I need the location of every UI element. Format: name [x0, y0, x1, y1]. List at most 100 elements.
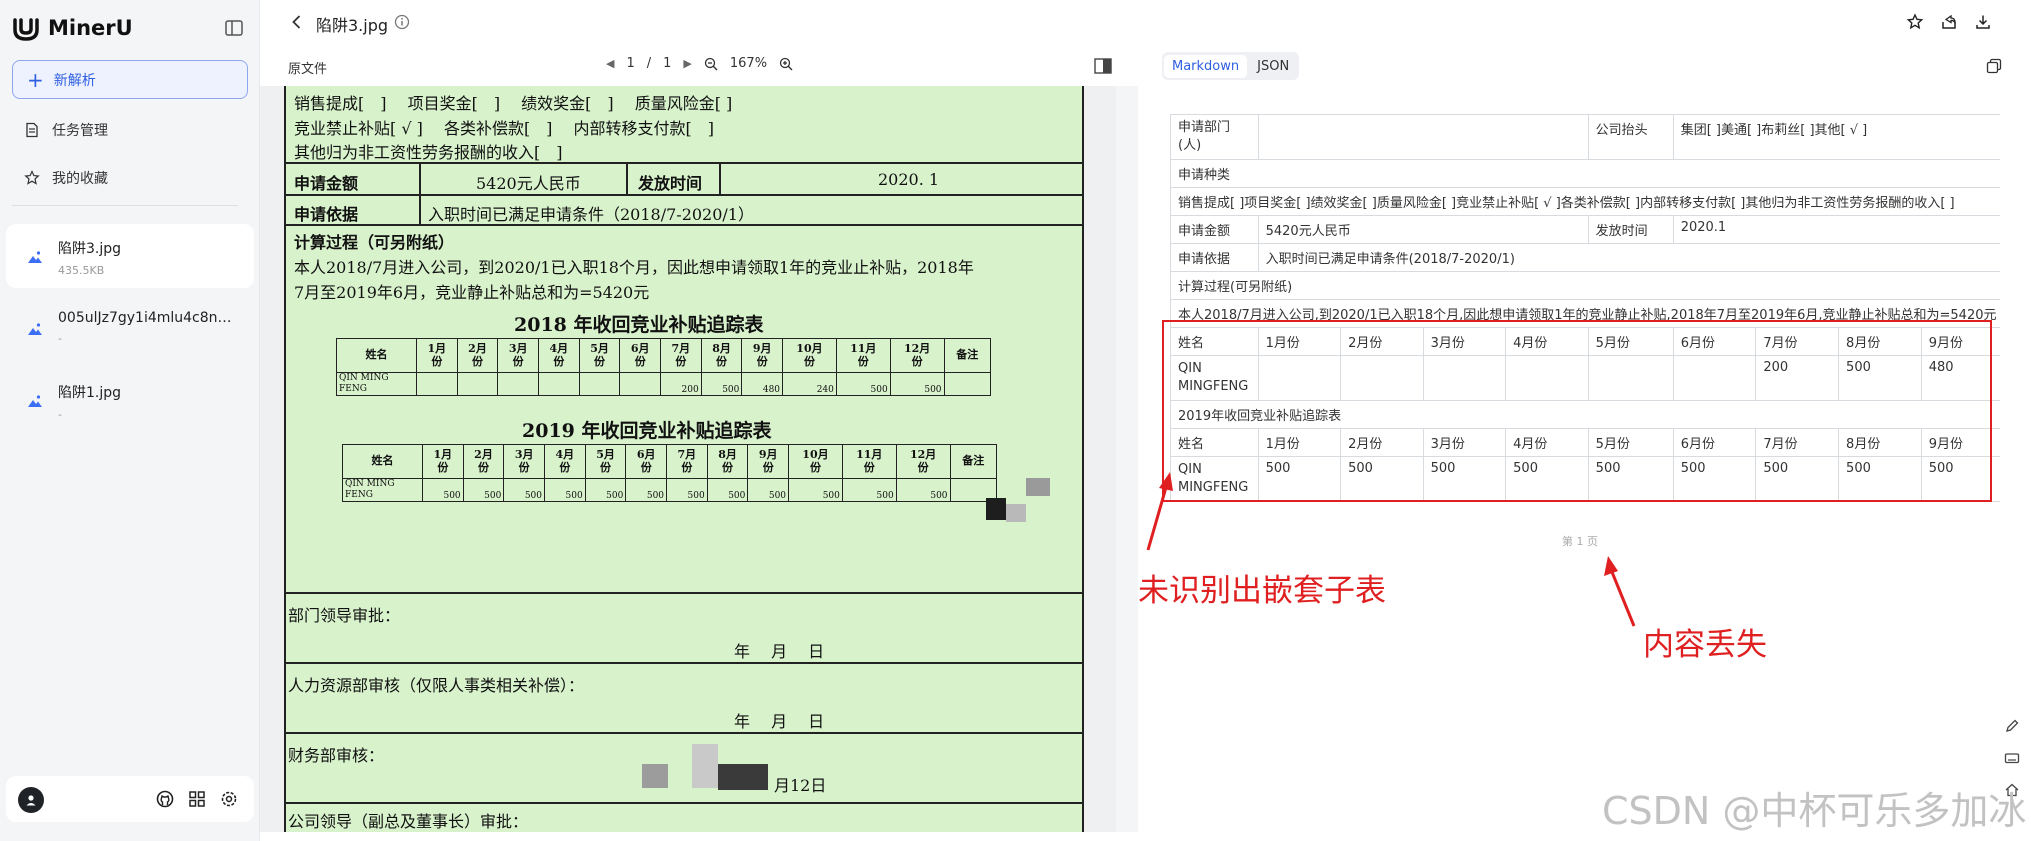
scan-type-line: 竞业禁止补贴[ √ ] 各类补偿款[ ] 内部转移支付款[ ]	[294, 119, 714, 138]
column-header-line: 份	[681, 460, 693, 474]
next-page-icon[interactable]: ▶	[683, 57, 691, 70]
scan-calc-label: 计算过程（可另附纸）	[294, 233, 455, 252]
original-file-viewer[interactable]: 销售提成[ ] 项目奖金[ ] 绩效奖金[ ] 质量风险金[ ] 竞业禁止补贴[…	[260, 86, 1116, 832]
table-cell: 500	[422, 478, 464, 502]
scan-table-2018-title: 2018 年收回竞业补贴追踪表	[514, 314, 764, 336]
column-header: 备注	[949, 444, 998, 479]
scan-basis-label: 申请依据	[294, 205, 359, 224]
pen-icon[interactable]	[2004, 718, 2020, 734]
table-cell: 500	[895, 478, 951, 502]
github-icon[interactable]	[156, 790, 174, 808]
scan-date-line: 年 月 日	[734, 712, 825, 731]
redacted-signature	[1006, 504, 1026, 522]
table-row: 销售提成[ ]项目奖金[ ]绩效奖金[ ]质量风险金[ ]竞业禁止补贴[ √ ]…	[1170, 187, 2000, 216]
table-row: 申请依据 入职时间已满足申请条件(2018/7-2020/1)	[1170, 243, 2000, 272]
redacted-signature	[986, 498, 1006, 520]
column-header: 3月份	[503, 444, 546, 479]
redacted-signature	[642, 764, 668, 788]
column-header-line: 6月	[636, 447, 656, 461]
column-header-line: 1月	[427, 341, 447, 355]
column-header-line: 11月	[850, 341, 877, 355]
scan-amount-value: 5420元人民币	[476, 174, 581, 193]
split-view-icon[interactable]	[1094, 58, 1112, 74]
table-cell: 240	[782, 372, 837, 396]
table-cell: QIN MING FENG	[336, 372, 417, 396]
redacted-signature	[1026, 478, 1050, 496]
file-item[interactable]: 陷阱1.jpg -	[6, 368, 254, 432]
mineru-logo-icon	[13, 18, 39, 41]
column-header: 5月份	[578, 338, 621, 373]
scan-table-2019: 姓名 1月份 2月份 3月份 4月份 5月份 6月份 7月份 8月份 9月份 10月份 11月份 12月…	[342, 444, 998, 502]
column-header: 2月份	[462, 444, 505, 479]
tab-json[interactable]: JSON	[1249, 55, 1297, 78]
nav-task-management[interactable]: 任务管理	[24, 120, 108, 140]
column-header-line: 份	[512, 354, 524, 368]
apps-grid-icon[interactable]	[188, 790, 206, 808]
column-header-line: 份	[756, 354, 768, 368]
app-name: MinerU	[48, 16, 133, 40]
info-icon[interactable]	[394, 14, 410, 30]
table-cell: 500	[625, 478, 668, 502]
nav-label: 任务管理	[52, 123, 108, 139]
form-calc-row: 计算过程（可另附纸） 本人2018/7月进入公司，到2020/1已入职18个月，…	[286, 226, 1082, 594]
user-icon	[26, 795, 36, 806]
keyboard-icon[interactable]	[2004, 750, 2020, 766]
column-header: 9月份	[741, 338, 784, 373]
table-cell: 500	[666, 478, 708, 502]
table-cell: 500	[700, 372, 743, 396]
table-cell: 500	[503, 478, 546, 502]
column-header-line: 2月	[468, 341, 487, 355]
column-header-line: 11月	[856, 447, 883, 461]
table-cell: 500	[584, 478, 627, 502]
table-cell: 发放时间	[1587, 215, 1674, 244]
share-icon[interactable]	[1940, 13, 1958, 31]
scan-basis-value: 入职时间已满足申请条件（2018/7-2020/1）	[428, 205, 754, 224]
scanned-form-image: 销售提成[ ] 项目奖金[ ] 绩效奖金[ ] 质量风险金[ ] 竞业禁止补贴[…	[284, 86, 1084, 832]
zoom-out-icon[interactable]	[704, 57, 718, 71]
table-cell: 公司抬头	[1587, 114, 1674, 160]
form-amount-row: 申请金额 5420元人民币 发放时间 2020. 1	[286, 164, 1082, 196]
copy-icon[interactable]	[1986, 58, 2002, 74]
new-parse-button[interactable]: + 新解析	[12, 60, 248, 99]
table-cell: 集团[ ]美通[ ]布莉丝[ ]其他[ √ ]	[1672, 114, 2000, 160]
scan-calc-text: 7月至2019年6月，竞业静止补贴总和为=5420元	[294, 283, 650, 302]
app-logo[interactable]: MinerU	[12, 14, 133, 42]
column-header-line: 份	[559, 460, 571, 474]
table-cell: 计算过程(可另附纸)	[1170, 271, 2000, 300]
column-header-line: 份	[518, 460, 530, 474]
favorite-star-icon[interactable]	[1906, 13, 1924, 31]
table-row: 申请部门(人) 公司抬头 集团[ ]美通[ ]布莉丝[ ]其他[ √ ]	[1170, 114, 2000, 160]
column-header-line: 1月	[433, 447, 453, 461]
table-cell: 200	[660, 372, 702, 396]
avatar[interactable]	[18, 787, 44, 813]
redacted-signature	[718, 764, 768, 790]
table-row: 计算过程(可另附纸)	[1170, 271, 2000, 300]
table-cell	[416, 372, 458, 396]
collapse-sidebar-icon[interactable]	[224, 18, 244, 38]
column-header: 10月份	[782, 338, 837, 373]
back-icon[interactable]	[288, 13, 306, 31]
column-header-line: 3月	[508, 341, 528, 355]
column-header-line: 9月	[758, 447, 778, 461]
column-header-line: 4月	[549, 341, 569, 355]
file-size: -	[58, 408, 62, 421]
tab-markdown[interactable]: Markdown	[1164, 54, 1248, 78]
column-header-line: 12月	[903, 341, 931, 355]
prev-page-icon[interactable]: ◀	[606, 57, 614, 70]
nav-favorites[interactable]: 我的收藏	[24, 168, 108, 188]
page-current[interactable]: 1	[626, 56, 634, 71]
plus-icon: +	[27, 67, 44, 92]
table-cell	[578, 372, 621, 396]
column-header-line: 5月	[590, 341, 609, 355]
annotation-arrow-icon	[1604, 556, 1636, 627]
download-icon[interactable]	[1974, 13, 1992, 31]
settings-icon[interactable]	[220, 790, 238, 808]
column-header: 姓名	[336, 338, 417, 373]
image-file-icon	[28, 323, 42, 335]
zoom-in-icon[interactable]	[779, 57, 793, 71]
column-header-line: 份	[600, 460, 612, 474]
file-size: -	[58, 332, 62, 345]
file-item[interactable]: 陷阱3.jpg 435.5KB	[6, 224, 254, 288]
file-item[interactable]: 005ulJz7gy1i4mlu4c8n7j30u0140wm0.jpg -	[6, 296, 254, 360]
table-cell: 500	[788, 478, 843, 502]
